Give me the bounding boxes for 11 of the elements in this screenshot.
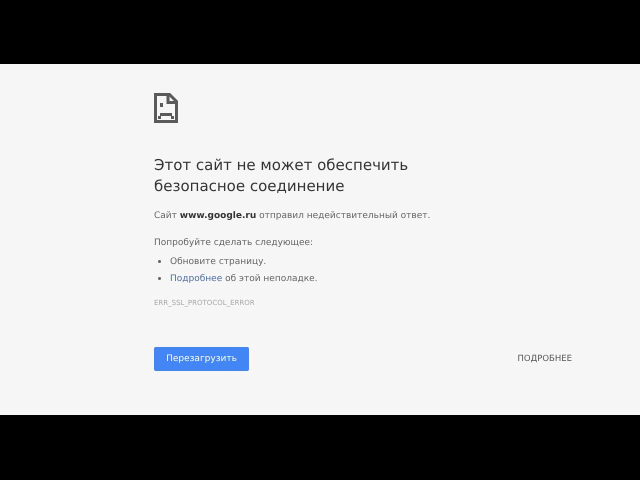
details-link[interactable]: Подробнее — [170, 274, 222, 284]
suggestion-text: Подробнее об этой неполадке. — [170, 274, 318, 284]
sad-page-icon — [154, 93, 178, 123]
bullet-icon — [158, 277, 161, 280]
details-button[interactable]: ПОДРОБНЕЕ — [517, 350, 572, 368]
suggestions-heading: Попробуйте сделать следующее: — [154, 237, 314, 250]
error-title: Этот сайт не может обеспечить безопасное соединение — [154, 155, 410, 197]
bullet-icon — [158, 260, 161, 263]
error-message: Сайт www.google.ru отправил недействительный ответ. — [154, 210, 432, 223]
reload-button[interactable]: Перезагрузить — [154, 347, 249, 371]
suggestion-text: Обновите страницу. — [170, 256, 266, 266]
